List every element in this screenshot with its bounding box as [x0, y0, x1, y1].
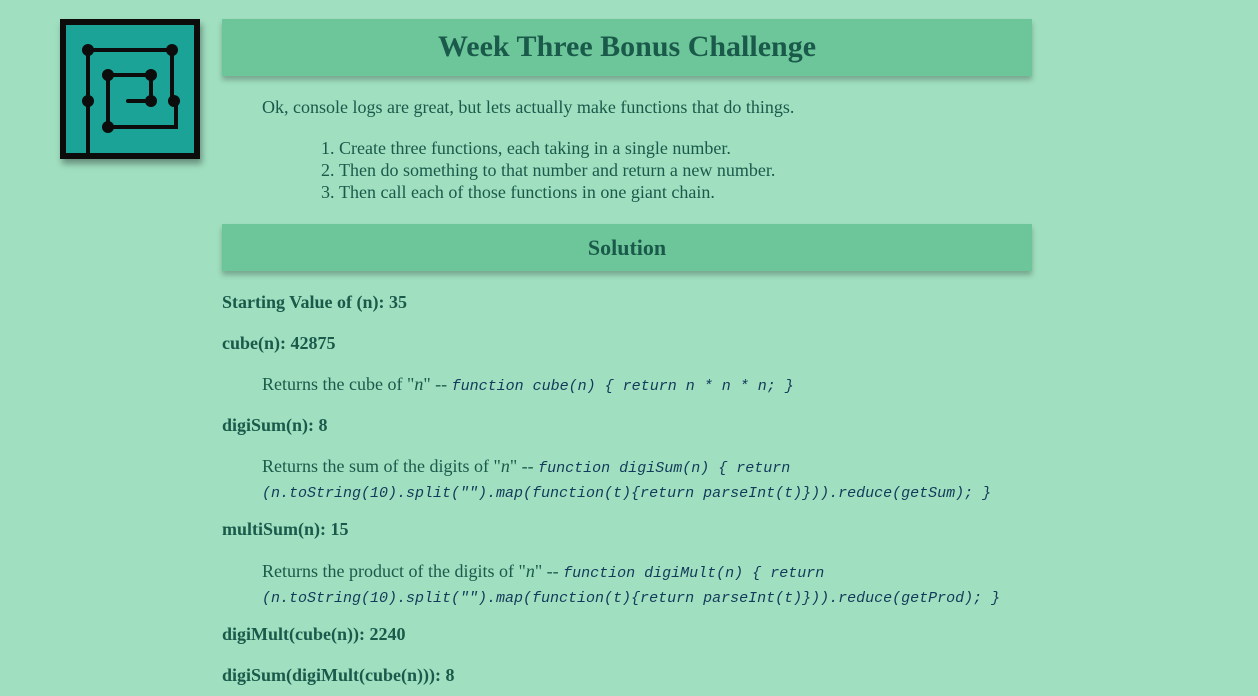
cube-result: cube(n): 42875: [222, 333, 336, 353]
multisum-result: multiSum(n): 15: [222, 519, 349, 539]
digisum-description: Returns the sum of the digits of "n" -- …: [262, 456, 992, 502]
solution-banner: Solution: [222, 224, 1032, 271]
solution-heading: Solution: [587, 235, 667, 260]
list-item: Then call each of those functions in one…: [339, 181, 1032, 203]
page-title-banner: Week Three Bonus Challenge: [222, 19, 1032, 76]
start-value: Starting Value of (n): 35: [222, 292, 408, 312]
digisum-chain-result: digiSum(digiMult(cube(n))): 8: [222, 665, 455, 685]
list-item: Create three functions, each taking in a…: [339, 137, 1032, 159]
digimult-cube-result: digiMult(cube(n)): 2240: [222, 624, 406, 644]
cube-description: Returns the cube of "n" -- function cube…: [262, 374, 794, 395]
page-title: Week Three Bonus Challenge: [437, 30, 817, 63]
list-item: Then do something to that number and ret…: [339, 159, 1032, 181]
main-content: Week Three Bonus Challenge Ok, console l…: [222, 19, 1032, 685]
multisum-description: Returns the product of the digits of "n"…: [262, 561, 1001, 607]
site-logo[interactable]: [60, 19, 200, 159]
steps-list: Create three functions, each taking in a…: [222, 137, 1032, 203]
maze-icon: [60, 19, 200, 159]
digisum-result: digiSum(n): 8: [222, 415, 328, 435]
intro-text: Ok, console logs are great, but lets act…: [262, 97, 795, 117]
cube-code: function cube(n) { return n * n * n; }: [451, 378, 794, 395]
